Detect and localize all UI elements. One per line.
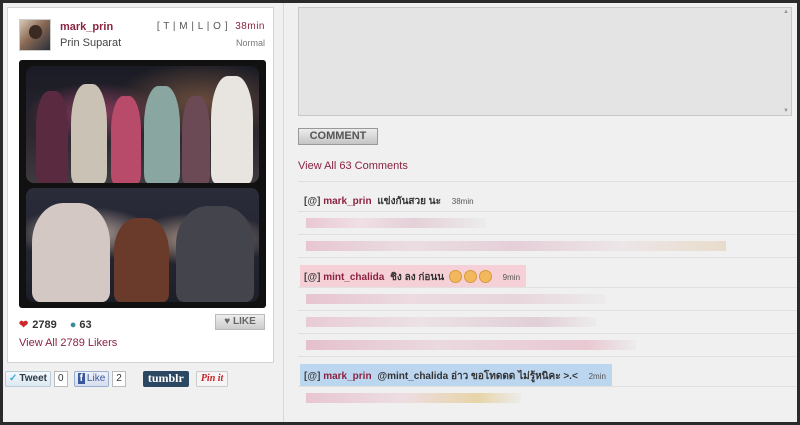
comment-item: [@] mark_prin @mint_chalida อ่าว ขอโทดดด… xyxy=(298,356,797,386)
reply-tag[interactable]: [@] xyxy=(304,371,320,382)
blurred-row xyxy=(298,386,797,409)
twitter-bird-icon: ✓ xyxy=(9,373,18,384)
comment-text: @mint_chalida อ่าว ขอโทดดด ไม่รู้หนิคะ >… xyxy=(377,371,578,382)
comment-username[interactable]: mark_prin xyxy=(323,196,371,207)
comment-button[interactable]: COMMENT xyxy=(298,128,378,145)
reply-tag[interactable]: [@] xyxy=(304,272,320,283)
meta-links[interactable]: [ T | M | L | O ] xyxy=(157,21,228,32)
heart-icon: ❤ xyxy=(19,319,29,331)
post-username[interactable]: mark_prin xyxy=(60,21,113,33)
tweet-button[interactable]: ✓ Tweet xyxy=(5,371,51,387)
filter-label: Normal xyxy=(235,38,265,48)
comment-header: [@] mark_prin @mint_chalida อ่าว ขอโทดดด… xyxy=(300,364,612,386)
page-frame: mark_prin Prin Suparat [ T | M | L | O ]… xyxy=(3,3,797,422)
comment-header: [@] mark_prin แข่งกันสวย นะ 38min xyxy=(300,189,480,211)
comment-item: [@] mark_prin แข่งกันสวย นะ 38min xyxy=(298,181,797,211)
heart-icon: ♥ xyxy=(224,316,231,327)
blurred-row xyxy=(298,211,797,234)
comment-time: 9min xyxy=(502,273,521,282)
post-fullname: Prin Suparat xyxy=(60,37,122,49)
post-panel: mark_prin Prin Suparat [ T | M | L | O ]… xyxy=(3,3,284,422)
emoji-icon xyxy=(478,270,492,283)
facebook-icon: f xyxy=(77,373,85,384)
comment-text: ชิง ลง ก่อนน xyxy=(390,272,445,283)
comment-username[interactable]: mark_prin xyxy=(323,371,371,382)
blurred-row xyxy=(298,333,797,356)
textarea-scrollbar[interactable] xyxy=(782,8,791,115)
share-bar: ✓ Tweet 0 f Like 2 tumblr Pin it xyxy=(5,369,229,389)
comment-list: [@] mark_prin แข่งกันสวย นะ 38min [@] mi… xyxy=(298,181,797,409)
comment-time: 38min xyxy=(451,197,474,206)
comment-header: [@] mint_chalida ชิง ลง ก่อนน 9min xyxy=(300,265,527,287)
photo-top xyxy=(26,66,259,183)
post-card: mark_prin Prin Suparat [ T | M | L | O ]… xyxy=(7,7,274,363)
blurred-row xyxy=(298,287,797,310)
reply-tag[interactable]: [@] xyxy=(304,196,320,207)
emoji-icon xyxy=(463,270,477,283)
avatar[interactable] xyxy=(19,19,51,51)
comment-item: [@] mint_chalida ชิง ลง ก่อนน 9min xyxy=(298,257,797,287)
facebook-like-count: 2 xyxy=(112,371,126,387)
facebook-like-label: Like xyxy=(86,373,106,384)
pinterest-button[interactable]: Pin it xyxy=(195,371,229,387)
like-button[interactable]: ♥ LIKE xyxy=(215,314,265,330)
comments-count: 63 xyxy=(79,319,92,331)
likes-count: 2789 xyxy=(32,319,57,331)
comment-text: แข่งกันสวย นะ xyxy=(377,196,441,207)
photo-bottom xyxy=(26,188,259,302)
facebook-like-button[interactable]: f Like xyxy=(73,371,110,387)
comment-bubble-icon: ● xyxy=(69,319,77,331)
blurred-row xyxy=(298,310,797,333)
post-time: 38min xyxy=(235,21,265,32)
view-likers-link[interactable]: View All 2789 Likers xyxy=(19,337,117,349)
tweet-count: 0 xyxy=(54,371,68,387)
comment-username[interactable]: mint_chalida xyxy=(323,272,384,283)
view-all-comments-link[interactable]: View All 63 Comments xyxy=(298,160,408,172)
like-button-label: LIKE xyxy=(232,316,256,327)
post-meta: [ T | M | L | O ] 38min xyxy=(157,21,265,32)
comment-input[interactable] xyxy=(298,7,792,116)
post-photo[interactable] xyxy=(19,60,266,308)
comments-panel: COMMENT View All 63 Comments [@] mark_pr… xyxy=(298,3,797,422)
post-stats: ❤ 2789 ● 63 xyxy=(19,318,92,331)
comment-time: 2min xyxy=(588,372,606,381)
tumblr-button[interactable]: tumblr xyxy=(142,371,189,387)
blurred-row xyxy=(298,234,797,257)
tweet-label: Tweet xyxy=(19,373,47,384)
emoji-icon xyxy=(448,270,462,283)
